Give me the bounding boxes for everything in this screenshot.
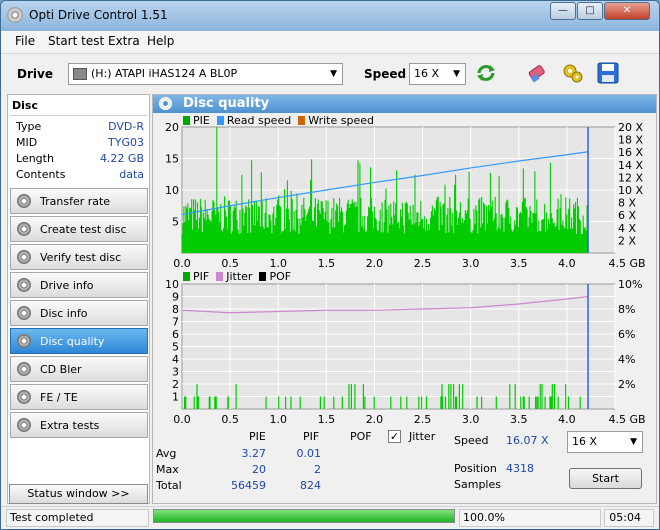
legend-pof: POF: [269, 270, 292, 283]
avg-label: Avg: [156, 447, 177, 460]
pif-swatch: [183, 272, 190, 281]
y-left-tick-label: 10: [165, 278, 179, 291]
y-left-tick-label: 20: [165, 121, 179, 134]
pif-max: 2: [314, 463, 321, 476]
y-right-tick-label: 6 X: [618, 209, 636, 222]
col-pif: PIF: [303, 430, 320, 443]
x-tick-label: 2.0: [366, 257, 384, 270]
test-speed-select[interactable]: 16 X ▼: [567, 431, 643, 453]
x-tick-label: 1.5: [318, 257, 336, 270]
y-left-tick-label: 8: [172, 303, 179, 316]
y-right-tick-label: 2%: [618, 378, 635, 391]
y-right-tick-label: 14 X: [618, 159, 643, 172]
legend-jitter: Jitter: [226, 270, 253, 283]
pof-swatch: [259, 272, 267, 281]
y-left-tick-label: 3: [172, 366, 179, 379]
y-right-tick-label: 10 X: [618, 184, 643, 197]
legend-pif: PIF: [193, 270, 210, 283]
write-speed-swatch: [298, 116, 306, 125]
pie-max: 20: [252, 463, 266, 476]
progress-percent: 100.0%: [459, 509, 601, 527]
y-right-tick-label: 2 X: [618, 234, 636, 247]
test-speed-value: 16 X: [572, 435, 598, 448]
y-right-tick-label: 18 X: [618, 134, 643, 147]
col-pof: POF: [350, 430, 372, 443]
jitter-swatch: [216, 272, 224, 281]
chart1-legend: PIE Read speed Write speed: [183, 114, 374, 127]
chevron-down-icon: ▼: [630, 437, 637, 447]
pie-chart: 0.0 0.5 1.0 1.5 2.0 2.5 3.0 3.5 4.0 4.5 GB 20 15 10 5…: [165, 121, 646, 270]
y-left-tick-label: 2: [172, 378, 179, 391]
chart2-legend: PIF Jitter POF: [183, 270, 291, 283]
pie-total: 56459: [231, 479, 266, 492]
position-value: 4318: [506, 462, 534, 475]
max-label: Max: [156, 463, 179, 476]
pif-jitter-chart: 0.0 0.5 1.0 1.5 2.0 2.5 3.0 3.5 4.0 4.5 GB 1098765…: [165, 278, 646, 426]
x-tick-label: 1.0: [269, 413, 287, 426]
speed-result-value: 16.07 X: [506, 434, 549, 447]
pif-avg: 0.01: [296, 447, 322, 460]
y-left-tick-label: 6: [172, 328, 179, 341]
y-left-tick-label: 15: [165, 153, 179, 166]
x-tick-label: 0.0: [173, 413, 191, 426]
y-left-tick-label: 7: [172, 316, 179, 329]
y-right-tick-label: 12 X: [618, 171, 643, 184]
x-tick-label: 3.5: [510, 413, 528, 426]
x-tick-label: 0.0: [173, 257, 191, 270]
x-tick-label: 4.5 GB: [608, 413, 645, 426]
total-label: Total: [156, 479, 182, 492]
y-left-tick-label: 5: [172, 216, 179, 229]
y-right-tick-label: 16 X: [618, 146, 643, 159]
pie-swatch: [183, 116, 190, 125]
x-tick-label: 1.5: [318, 413, 336, 426]
legend-write-speed: Write speed: [308, 114, 374, 127]
progress-bar: [153, 509, 455, 523]
y-left-tick-label: 10: [165, 184, 179, 197]
pif-total: 824: [300, 479, 321, 492]
x-tick-label: 3.0: [462, 257, 480, 270]
y-left-tick-label: 5: [172, 341, 179, 354]
y-right-tick-label: 10%: [618, 278, 642, 291]
samples-label: Samples: [454, 478, 501, 491]
y-left-tick-label: 9: [172, 291, 179, 304]
progress-fill: [154, 510, 454, 522]
legend-pie: PIE: [193, 114, 210, 127]
read-speed-swatch: [216, 116, 224, 125]
x-tick-label: 0.5: [221, 413, 239, 426]
start-button[interactable]: Start: [569, 468, 642, 489]
x-tick-label: 4.0: [558, 257, 576, 270]
x-tick-label: 2.0: [366, 413, 384, 426]
speed-result-label: Speed: [454, 434, 489, 447]
x-tick-label: 3.0: [462, 413, 480, 426]
x-tick-label: 2.5: [414, 257, 432, 270]
col-pie: PIE: [249, 430, 266, 443]
y-left-tick-label: 4: [172, 353, 179, 366]
x-tick-label: 0.5: [221, 257, 239, 270]
y-right-tick-label: 8 X: [618, 197, 636, 210]
elapsed-time: 05:04: [604, 509, 654, 527]
x-tick-label: 4.0: [558, 413, 576, 426]
y-right-tick-label: 4%: [618, 353, 635, 366]
x-tick-label: 4.5 GB: [608, 257, 645, 270]
charts-canvas: 0.0 0.5 1.0 1.5 2.0 2.5 3.0 3.5 4.0 4.5 GB2015105…: [165, 121, 646, 426]
pie-avg: 3.27: [241, 447, 267, 460]
y-right-tick-label: 8%: [618, 303, 635, 316]
status-text: Test completed: [6, 509, 149, 527]
jitter-checkbox[interactable]: ✓: [388, 430, 401, 443]
x-tick-label: 3.5: [510, 257, 528, 270]
x-tick-label: 2.5: [414, 413, 432, 426]
position-label: Position: [454, 462, 497, 475]
y-left-tick-label: 1: [172, 391, 179, 404]
y-right-tick-label: 20 X: [618, 121, 643, 134]
y-right-tick-label: 4 X: [618, 222, 636, 235]
y-right-tick-label: 6%: [618, 328, 635, 341]
x-tick-label: 1.0: [269, 257, 287, 270]
jitter-label: Jitter: [409, 430, 436, 443]
app-window: Opti Drive Control 1.51 — □ ✕ File Start…: [0, 0, 660, 530]
legend-read-speed: Read speed: [226, 114, 292, 127]
